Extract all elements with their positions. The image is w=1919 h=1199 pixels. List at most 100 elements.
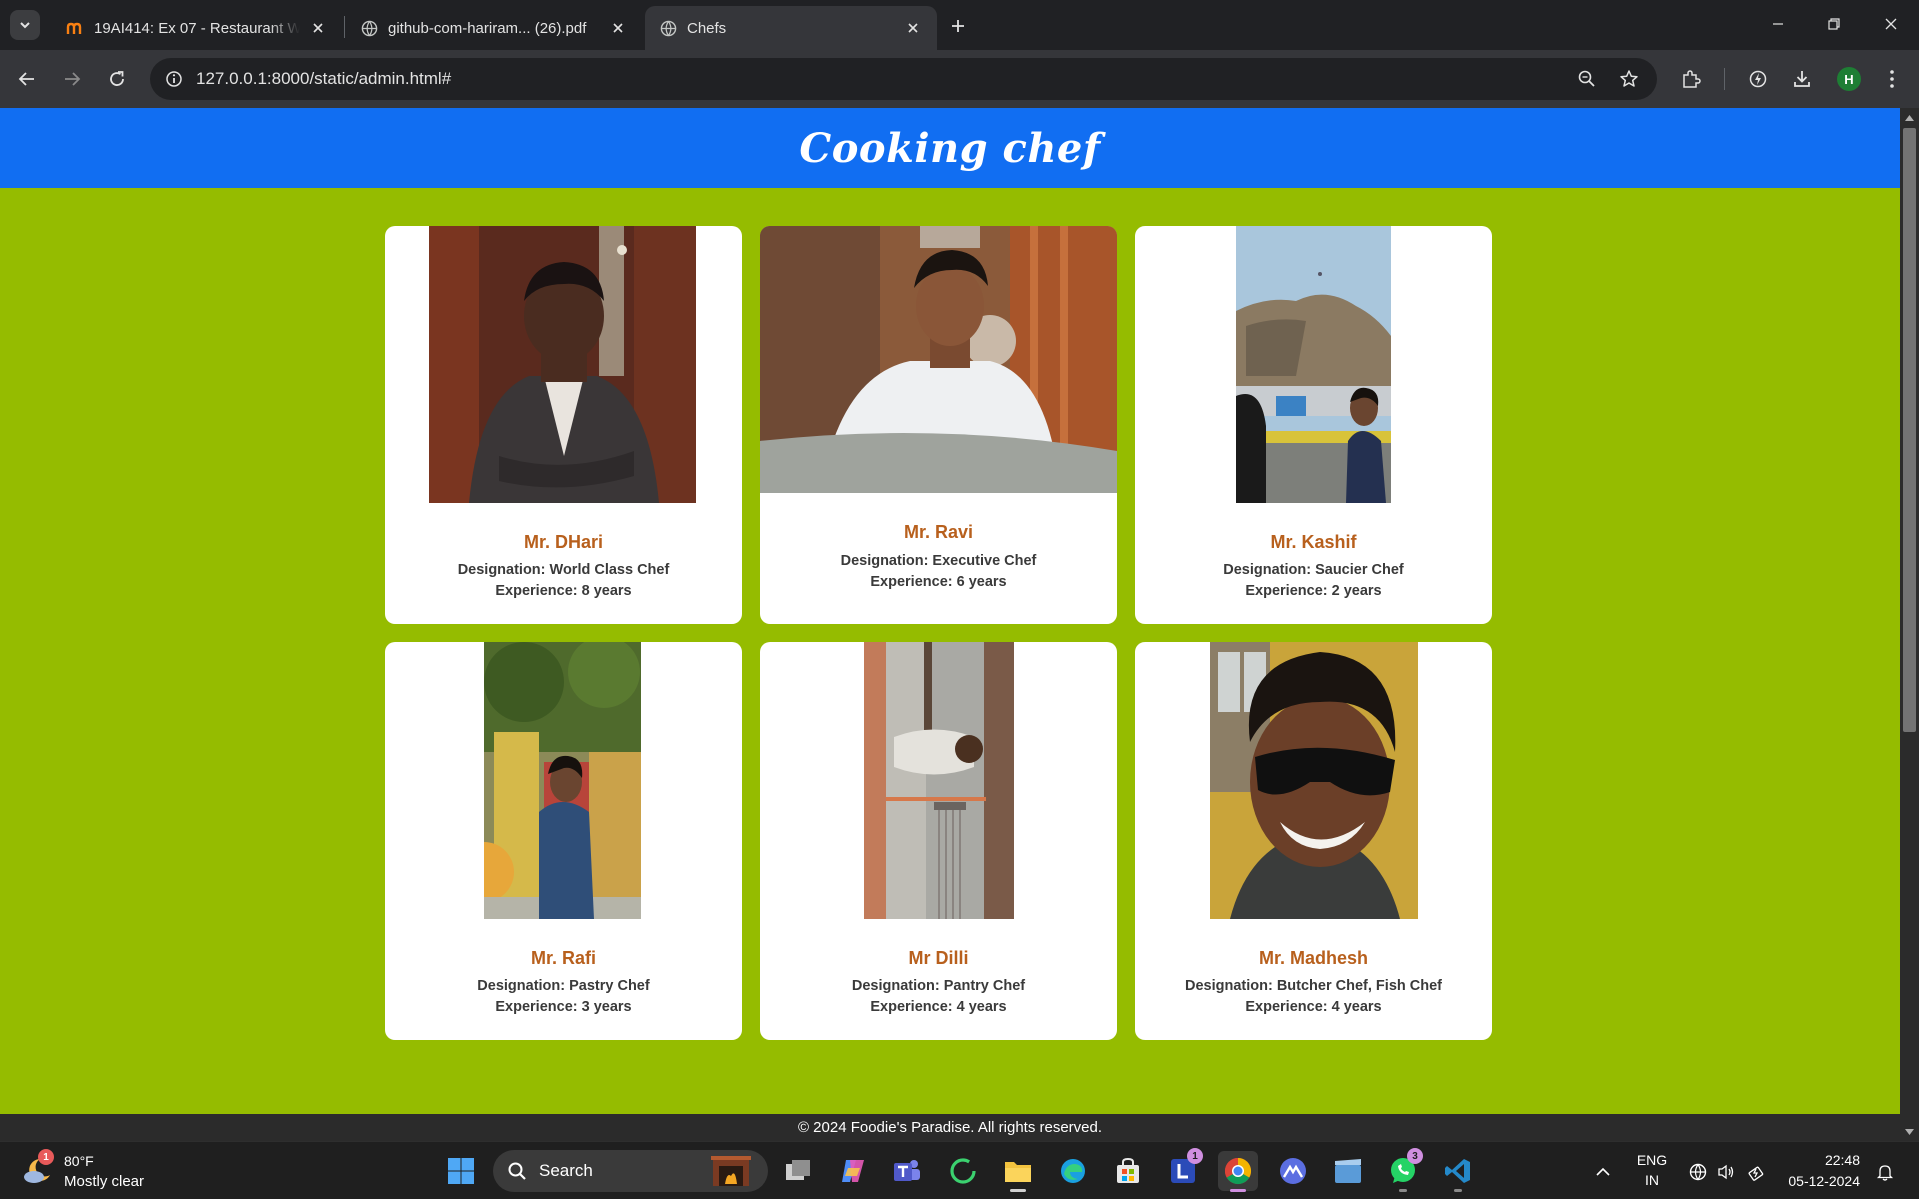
chef-designation: Designation: Saucier Chef xyxy=(1223,562,1404,578)
chef-photo xyxy=(760,226,1117,493)
scroll-down-arrow-icon[interactable] xyxy=(1904,1126,1915,1137)
windows-taskbar: 1 80°F Mostly clear Search 1 3 ENG IN 22… xyxy=(0,1141,1919,1199)
tab-chefs[interactable]: Chefs xyxy=(645,6,937,50)
browser-toolbar: 127.0.0.1:8000/static/admin.html# xyxy=(0,50,1919,108)
more-vertical-icon xyxy=(1890,70,1894,88)
vscode-app[interactable] xyxy=(1438,1151,1478,1192)
restore-icon xyxy=(1828,18,1840,30)
chef-experience: Experience: 8 years xyxy=(495,583,632,599)
fireplace-icon xyxy=(711,1156,751,1186)
scroll-up-arrow-icon[interactable] xyxy=(1904,112,1915,123)
file-explorer-app[interactable] xyxy=(998,1151,1038,1192)
close-icon[interactable] xyxy=(903,18,923,38)
chef-card: Mr. Rafi Designation: Pastry Chef Experi… xyxy=(385,642,742,1040)
close-icon[interactable] xyxy=(608,18,628,38)
address-url[interactable]: 127.0.0.1:8000/static/admin.html# xyxy=(196,58,451,100)
back-button[interactable] xyxy=(11,63,43,95)
language-region[interactable]: IN xyxy=(1630,1172,1674,1188)
weather-widget[interactable]: 1 80°F Mostly clear xyxy=(22,1149,162,1193)
vscode-icon xyxy=(1445,1159,1470,1183)
chef-card: Mr. Kashif Designation: Saucier Chef Exp… xyxy=(1135,226,1492,624)
mountain-logo-icon xyxy=(1280,1158,1306,1184)
chef-designation: Designation: Pantry Chef xyxy=(851,978,1026,994)
copilot-icon xyxy=(842,1160,864,1182)
arc-app[interactable] xyxy=(1273,1151,1313,1191)
edge-app[interactable] xyxy=(1053,1151,1093,1191)
site-info-icon[interactable] xyxy=(160,65,188,93)
tab-title: github-com-hariram... (26).pdf xyxy=(388,19,587,37)
windows-logo-icon xyxy=(448,1158,474,1184)
chef-name: Mr. Ravi xyxy=(903,522,974,542)
chef-card: Mr. DHari Designation: World Class Chef … xyxy=(385,226,742,624)
new-tab-button[interactable] xyxy=(944,12,972,40)
store-app[interactable] xyxy=(1108,1151,1148,1191)
address-bar[interactable]: 127.0.0.1:8000/static/admin.html# xyxy=(150,58,1657,100)
performance-button[interactable] xyxy=(1742,63,1774,95)
chef-card: Mr Dilli Designation: Pantry Chef Experi… xyxy=(760,642,1117,1040)
toolbar-divider xyxy=(1724,68,1725,90)
circle-refresh-icon xyxy=(950,1158,976,1184)
taskbar-search[interactable]: Search xyxy=(493,1150,768,1192)
running-indicator xyxy=(1010,1189,1026,1192)
chrome-app[interactable] xyxy=(1218,1151,1258,1192)
restore-button[interactable] xyxy=(1814,8,1854,40)
notification-bell-icon[interactable] xyxy=(1875,1162,1895,1182)
arrow-left-icon xyxy=(18,72,34,86)
start-button[interactable] xyxy=(441,1151,481,1191)
globe-icon xyxy=(659,19,677,37)
teams-icon xyxy=(894,1160,920,1181)
plus-icon xyxy=(952,20,964,32)
weather-condition: Mostly clear xyxy=(64,1173,145,1190)
arrow-right-icon xyxy=(65,72,81,86)
forward-button[interactable] xyxy=(56,63,88,95)
tab-restaurant-website[interactable]: 19AI414: Ex 07 - Restaurant Website xyxy=(52,6,342,50)
speedometer-icon xyxy=(1749,70,1767,88)
clock-date[interactable]: 05-12-2024 xyxy=(1776,1173,1860,1189)
clock-time[interactable]: 22:48 xyxy=(1780,1152,1860,1168)
scroll-thumb[interactable] xyxy=(1903,128,1916,732)
task-view-button[interactable] xyxy=(778,1151,818,1191)
minimize-button[interactable] xyxy=(1758,8,1798,40)
whatsapp-badge: 3 xyxy=(1407,1148,1423,1164)
chef-card: Mr. Madhesh Designation: Butcher Chef, F… xyxy=(1135,642,1492,1040)
profile-avatar[interactable]: H xyxy=(1837,67,1861,91)
folder-icon xyxy=(1005,1162,1031,1182)
chef-card: Mr. Ravi Designation: Executive Chef Exp… xyxy=(760,226,1117,624)
close-icon xyxy=(1885,18,1897,30)
copilot-app[interactable] xyxy=(833,1151,873,1191)
lens-app[interactable]: 1 xyxy=(1163,1148,1203,1191)
network-globe-icon[interactable] xyxy=(1688,1162,1708,1182)
zoom-icon[interactable] xyxy=(1573,65,1601,93)
battery-charging-icon[interactable] xyxy=(1746,1162,1766,1182)
tab-github-pdf[interactable]: github-com-hariram... (26).pdf xyxy=(346,6,642,50)
tab-search-button[interactable] xyxy=(10,10,40,40)
reload-button[interactable] xyxy=(101,63,133,95)
chevron-down-icon xyxy=(20,22,30,29)
chef-experience: Experience: 4 years xyxy=(870,999,1007,1015)
chef-name: Mr. Rafi xyxy=(530,948,596,968)
language-code[interactable]: ENG xyxy=(1630,1152,1674,1168)
cleaner-app[interactable] xyxy=(943,1151,983,1191)
puzzle-icon xyxy=(1683,70,1701,88)
minimize-icon xyxy=(1773,23,1783,25)
chef-experience: Experience: 2 years xyxy=(1245,583,1382,599)
chef-photo xyxy=(429,226,696,503)
reload-icon xyxy=(110,71,124,86)
volume-icon[interactable] xyxy=(1716,1162,1736,1182)
extensions-button[interactable] xyxy=(1675,63,1707,95)
teams-app[interactable] xyxy=(887,1151,927,1191)
bookmark-star-icon[interactable] xyxy=(1615,65,1643,93)
downloads-button[interactable] xyxy=(1786,63,1818,95)
page-scrollbar[interactable] xyxy=(1900,108,1919,1141)
lens-badge: 1 xyxy=(1187,1148,1203,1164)
show-hidden-icons-chevron-up-icon[interactable] xyxy=(1593,1162,1613,1182)
running-indicator xyxy=(1454,1189,1462,1192)
edge-icon xyxy=(1061,1159,1085,1183)
media-app[interactable] xyxy=(1328,1151,1368,1191)
moodle-icon xyxy=(66,19,84,37)
close-window-button[interactable] xyxy=(1871,8,1911,40)
menu-button[interactable] xyxy=(1876,63,1908,95)
site-header: Cooking chef xyxy=(0,108,1900,188)
whatsapp-app[interactable]: 3 xyxy=(1383,1148,1423,1192)
close-icon[interactable] xyxy=(308,18,328,38)
